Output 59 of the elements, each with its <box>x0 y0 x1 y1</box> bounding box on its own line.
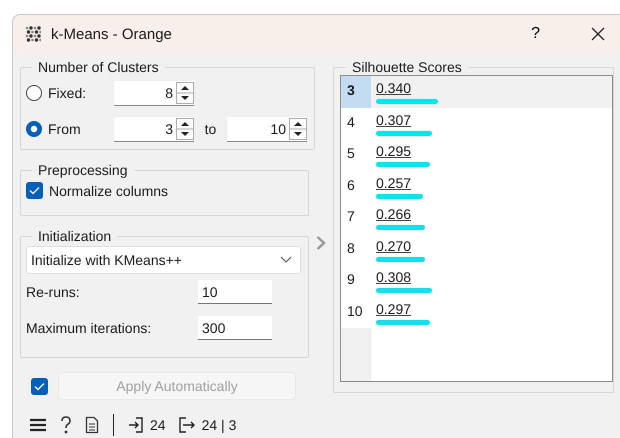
cluster-count: 8 <box>341 234 371 265</box>
score-row[interactable]: 10 0.297 <box>341 296 612 328</box>
score-value: 0.295 <box>376 142 412 160</box>
spin-box[interactable]: 8 <box>114 80 194 106</box>
cluster-count: 4 <box>341 108 371 139</box>
input-icon <box>128 416 144 434</box>
cluster-count: 5 <box>341 139 371 170</box>
input-field[interactable]: 10 <box>198 280 272 304</box>
help-button[interactable]: ? <box>531 25 540 43</box>
score-row[interactable]: 9 0.308 <box>341 265 612 296</box>
score-value: 0.297 <box>376 300 412 318</box>
score-value: 0.257 <box>376 174 412 192</box>
radio-button[interactable] <box>26 85 42 101</box>
cluster-count: 7 <box>341 202 371 234</box>
group-title: Number of Clusters <box>37 59 160 75</box>
cluster-count: 10 <box>341 296 371 328</box>
checkbox[interactable] <box>26 182 43 199</box>
group-title: Preprocessing <box>37 162 128 178</box>
score-value: 0.307 <box>376 110 412 128</box>
spin-box[interactable]: 3 <box>114 116 194 142</box>
radio-label: From <box>48 121 82 137</box>
spin-arrows-icon[interactable] <box>176 118 194 140</box>
cluster-count: 6 <box>341 170 371 202</box>
score-value: 0.266 <box>376 205 412 223</box>
chevron-down-icon <box>280 256 292 264</box>
menu-icon[interactable] <box>29 418 47 432</box>
input-field[interactable]: 300 <box>198 316 272 340</box>
score-row[interactable]: 6 0.257 <box>341 170 612 202</box>
score-value: 0.308 <box>376 268 412 286</box>
score-value: 0.340 <box>376 79 412 97</box>
score-value: 0.270 <box>376 236 412 254</box>
radio-label: Fixed: <box>48 85 88 101</box>
spin-arrows-icon[interactable] <box>176 82 194 104</box>
radio-button[interactable] <box>26 121 42 137</box>
chevron-right-icon <box>316 234 326 250</box>
score-row[interactable]: 7 0.266 <box>341 202 612 234</box>
output-icon <box>178 416 196 434</box>
window-title: k-Means - Orange <box>51 26 173 42</box>
method-dropdown[interactable]: Initialize with KMeans++ <box>26 246 301 274</box>
output-count: 24 | 3 <box>202 417 236 433</box>
spin-box[interactable]: 10 <box>227 116 307 142</box>
spin-arrows-icon[interactable] <box>289 118 307 140</box>
group-title: Initialization <box>37 228 112 244</box>
close-icon[interactable] <box>590 26 606 42</box>
score-row[interactable]: 4 0.307 <box>341 108 612 139</box>
group-title: Silhouette Scores <box>351 59 463 75</box>
field-label: Maximum iterations: <box>26 320 152 336</box>
help-icon[interactable] <box>59 415 73 435</box>
cluster-count: 3 <box>341 76 371 108</box>
cluster-count: 9 <box>341 265 371 296</box>
score-row[interactable]: 3 0.340 <box>341 76 612 108</box>
score-row[interactable]: 5 0.295 <box>341 139 612 170</box>
to-label: to <box>204 121 218 137</box>
input-count: 24 <box>150 417 166 433</box>
checkbox-label: Normalize columns <box>49 182 168 198</box>
document-icon[interactable] <box>85 416 99 434</box>
score-row[interactable]: 8 0.270 <box>341 234 612 265</box>
app-icon <box>25 26 41 42</box>
field-label: Re-runs: <box>26 284 81 300</box>
